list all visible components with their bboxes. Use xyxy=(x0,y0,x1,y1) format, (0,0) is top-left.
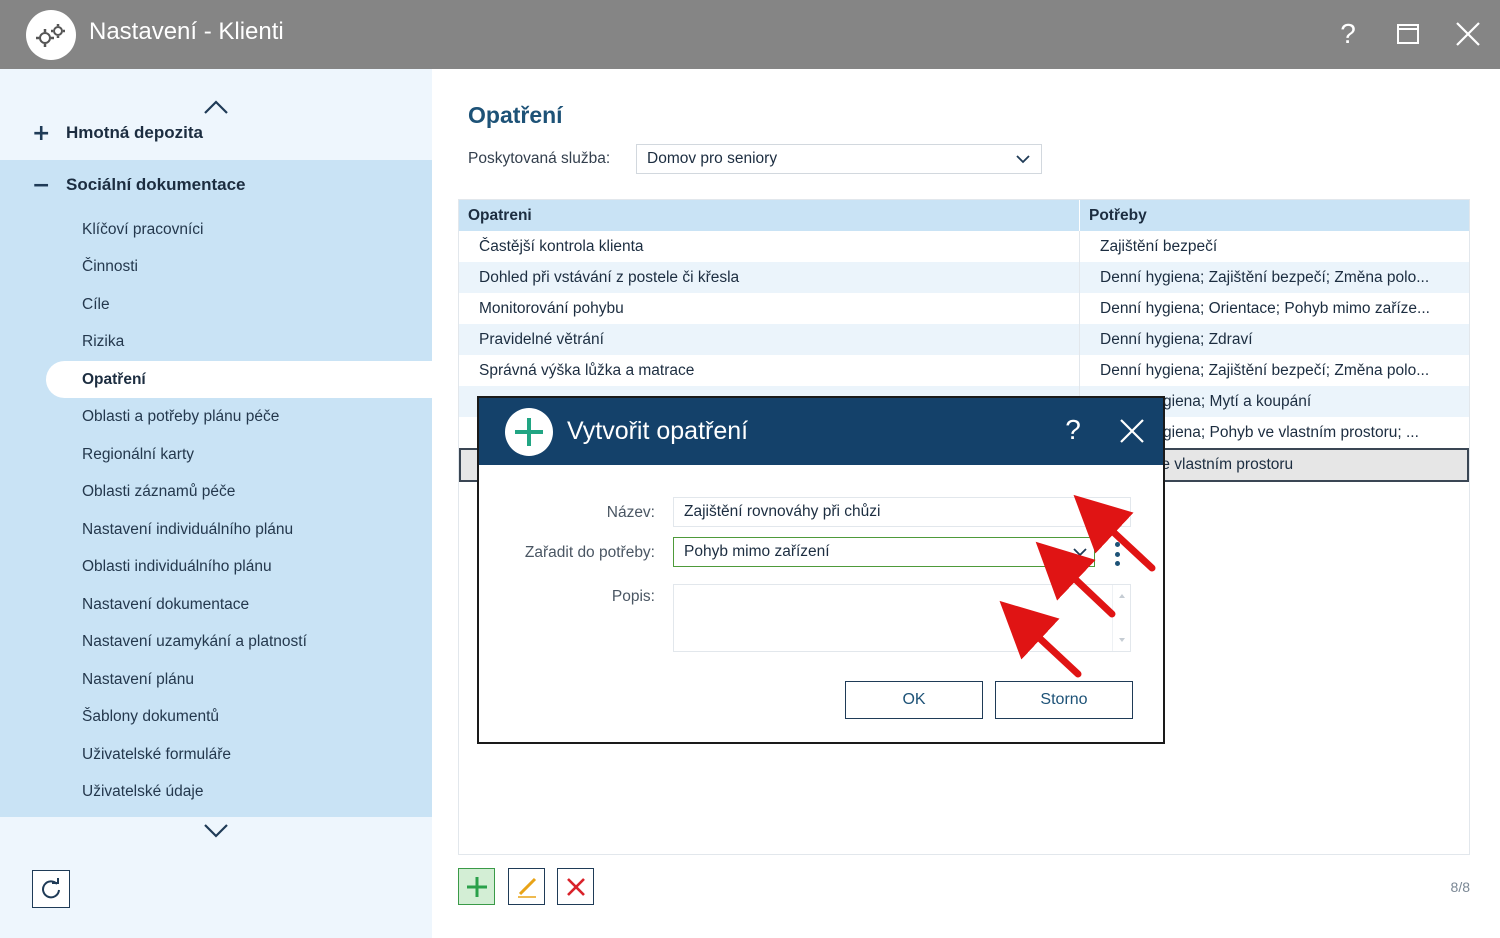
table-row[interactable]: Pravidelné větrání Denní hygiena; Zdraví xyxy=(459,324,1469,355)
sidebar-item-uzivatelske-udaje[interactable]: Uživatelské údaje xyxy=(46,773,432,810)
column-header-opatreni[interactable]: Opatreni xyxy=(459,200,1080,231)
collapse-icon: − xyxy=(32,172,51,198)
add-button[interactable] xyxy=(458,868,495,905)
table-cell: Denní hygiena; Zajištění bezpečí; Změna … xyxy=(1100,361,1430,379)
category-select-value: Pohyb mimo zařízení xyxy=(684,543,830,560)
sidebar-group-socialni-dokumentace[interactable]: − Sociální dokumentace xyxy=(0,160,432,210)
table-header: Opatreni Potřeby xyxy=(459,200,1469,231)
chevron-down-icon xyxy=(1016,155,1030,164)
table-cell: Častější kontrola klienta xyxy=(459,231,1080,262)
chevron-down-icon xyxy=(204,824,228,838)
service-label: Poskytovaná služba: xyxy=(468,150,611,167)
sidebar-item-sablony-dokumentu[interactable]: Šablony dokumentů xyxy=(46,698,432,735)
chevron-down-icon xyxy=(1073,548,1087,557)
page-title: Opatření xyxy=(468,102,563,128)
ok-button[interactable]: OK xyxy=(845,681,983,719)
sidebar: + Hmotná depozita − Sociální dokumentace… xyxy=(0,69,432,938)
table-row[interactable]: Dohled při vstávání z postele či křesla … xyxy=(459,262,1469,293)
sidebar-group-label: Hmotná depozita xyxy=(66,123,203,142)
category-label: Zařadit do potřeby: xyxy=(524,544,655,561)
more-options-icon[interactable] xyxy=(1109,540,1125,568)
table-cell: Denní hygiena; Zdraví xyxy=(1100,330,1253,348)
service-select[interactable]: Domov pro seniory xyxy=(636,144,1042,174)
refresh-button[interactable] xyxy=(32,870,70,908)
sidebar-item-oblasti-individualniho-planu[interactable]: Oblasti individuálního plánu xyxy=(46,548,432,585)
table-cell: Pravidelné větrání xyxy=(459,324,1080,355)
sidebar-item-nastaveni-dokumentace[interactable]: Nastavení dokumentace xyxy=(46,586,432,623)
sidebar-item-oblasti-zaznamu-pece[interactable]: Oblasti záznamů péče xyxy=(46,473,432,510)
sidebar-item-oblasti-a-potreby[interactable]: Oblasti a potřeby plánu péče xyxy=(46,398,432,435)
sidebar-item-nastaveni-individualniho-planu[interactable]: Nastavení individuálního plánu xyxy=(46,511,432,548)
table-row[interactable]: Častější kontrola klienta Zajištění bezp… xyxy=(459,231,1469,262)
sidebar-group-label: Sociální dokumentace xyxy=(66,175,246,194)
scroll-down-icon xyxy=(1119,638,1125,642)
column-header-potreby[interactable]: Potřeby xyxy=(1080,200,1469,231)
sidebar-item-cile[interactable]: Cíle xyxy=(46,286,432,323)
title-bar: Nastavení - Klienti ? xyxy=(0,0,1500,69)
table-row[interactable]: Monitorování pohybu Denní hygiena; Orien… xyxy=(459,293,1469,324)
expand-icon: + xyxy=(32,120,51,146)
gears-icon xyxy=(26,10,76,60)
table-row[interactable]: Správná výška lůžka a matrace Denní hygi… xyxy=(459,355,1469,386)
cancel-button[interactable]: Storno xyxy=(995,681,1133,719)
sidebar-item-rizika[interactable]: Rizika xyxy=(46,323,432,360)
pencil-icon xyxy=(517,877,536,898)
service-select-value: Domov pro seniory xyxy=(647,150,778,167)
description-textarea[interactable] xyxy=(673,584,1131,652)
sidebar-item-nastaveni-uzamykani[interactable]: Nastavení uzamykání a platností xyxy=(46,623,432,660)
name-label: Název: xyxy=(606,504,655,521)
delete-icon xyxy=(566,877,585,896)
help-button[interactable]: ? xyxy=(1328,14,1368,54)
table-cell: Denní hygiena; Zajištění bezpečí; Změna … xyxy=(1100,268,1430,286)
create-measure-dialog: Vytvořit opatření ? Název: Zajištění rov… xyxy=(477,396,1165,744)
help-icon: ? xyxy=(1340,18,1356,49)
dialog-title: Vytvořit opatření xyxy=(567,417,749,445)
help-icon: ? xyxy=(1065,414,1081,445)
table-cell: Denní hygiena; Orientace; Pohyb mimo zař… xyxy=(1100,299,1430,317)
table-cell: Monitorování pohybu xyxy=(459,293,1080,324)
plus-icon xyxy=(466,876,487,897)
sidebar-item-cinnosti[interactable]: Činnosti xyxy=(46,248,432,285)
table-cell: Zajištění bezpečí xyxy=(1100,237,1218,255)
maximize-icon xyxy=(1397,24,1419,44)
sidebar-item-klicovi-pracovnici[interactable]: Klíčoví pracovníci xyxy=(46,211,432,248)
sidebar-item-regionalni-karty[interactable]: Regionální karty xyxy=(46,436,432,473)
scroll-down-button[interactable] xyxy=(200,819,232,843)
description-label: Popis: xyxy=(611,588,655,605)
textarea-scrollbar[interactable] xyxy=(1112,585,1130,651)
sidebar-group-hmotna-depozita[interactable]: + Hmotná depozita xyxy=(0,108,432,158)
table-cell: Dohled při vstávání z postele či křesla xyxy=(459,262,1080,293)
maximize-button[interactable] xyxy=(1388,14,1428,54)
scroll-up-icon xyxy=(1119,594,1125,598)
window-title: Nastavení - Klienti xyxy=(89,18,284,45)
delete-button[interactable] xyxy=(557,868,594,905)
sidebar-list: − Sociální dokumentace Klíčoví pracovníc… xyxy=(0,160,432,817)
table-cell: Správná výška lůžka a matrace xyxy=(459,355,1080,386)
name-input[interactable]: Zajištění rovnováhy při chůzi xyxy=(673,497,1131,527)
dialog-help-button[interactable]: ? xyxy=(1055,412,1091,448)
sidebar-item-opatreni[interactable]: Opatření xyxy=(46,361,432,398)
sidebar-item-uzivatelske-formulare[interactable]: Uživatelské formuláře xyxy=(46,736,432,773)
sidebar-item-nastaveni-planu[interactable]: Nastavení plánu xyxy=(46,661,432,698)
close-icon xyxy=(1120,419,1144,443)
refresh-icon xyxy=(42,878,60,899)
dialog-header: Vytvořit opatření ? xyxy=(479,398,1163,465)
plus-icon xyxy=(505,408,553,456)
close-icon xyxy=(1456,22,1480,46)
dialog-close-button[interactable] xyxy=(1115,414,1149,448)
edit-button[interactable] xyxy=(508,868,545,905)
category-select[interactable]: Pohyb mimo zařízení xyxy=(673,537,1095,567)
close-window-button[interactable] xyxy=(1448,14,1488,54)
record-counter: 8/8 xyxy=(1450,879,1470,895)
